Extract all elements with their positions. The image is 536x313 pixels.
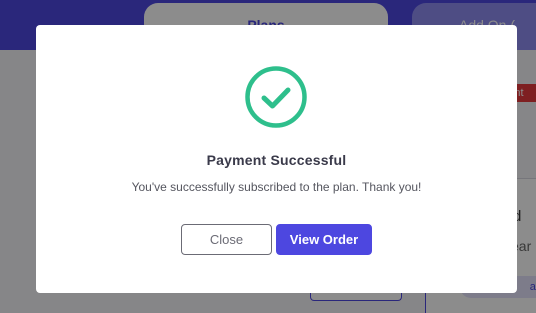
page: Plans Add On ( nt d ear an Payment Succe… <box>0 0 536 313</box>
close-button[interactable]: Close <box>181 224 272 255</box>
check-circle-icon <box>245 66 307 128</box>
modal-title: Payment Successful <box>206 152 347 168</box>
modal-message: You've successfully subscribed to the pl… <box>131 180 422 194</box>
payment-success-modal: Payment Successful You've successfully s… <box>36 25 517 293</box>
view-order-button[interactable]: View Order <box>276 224 372 255</box>
